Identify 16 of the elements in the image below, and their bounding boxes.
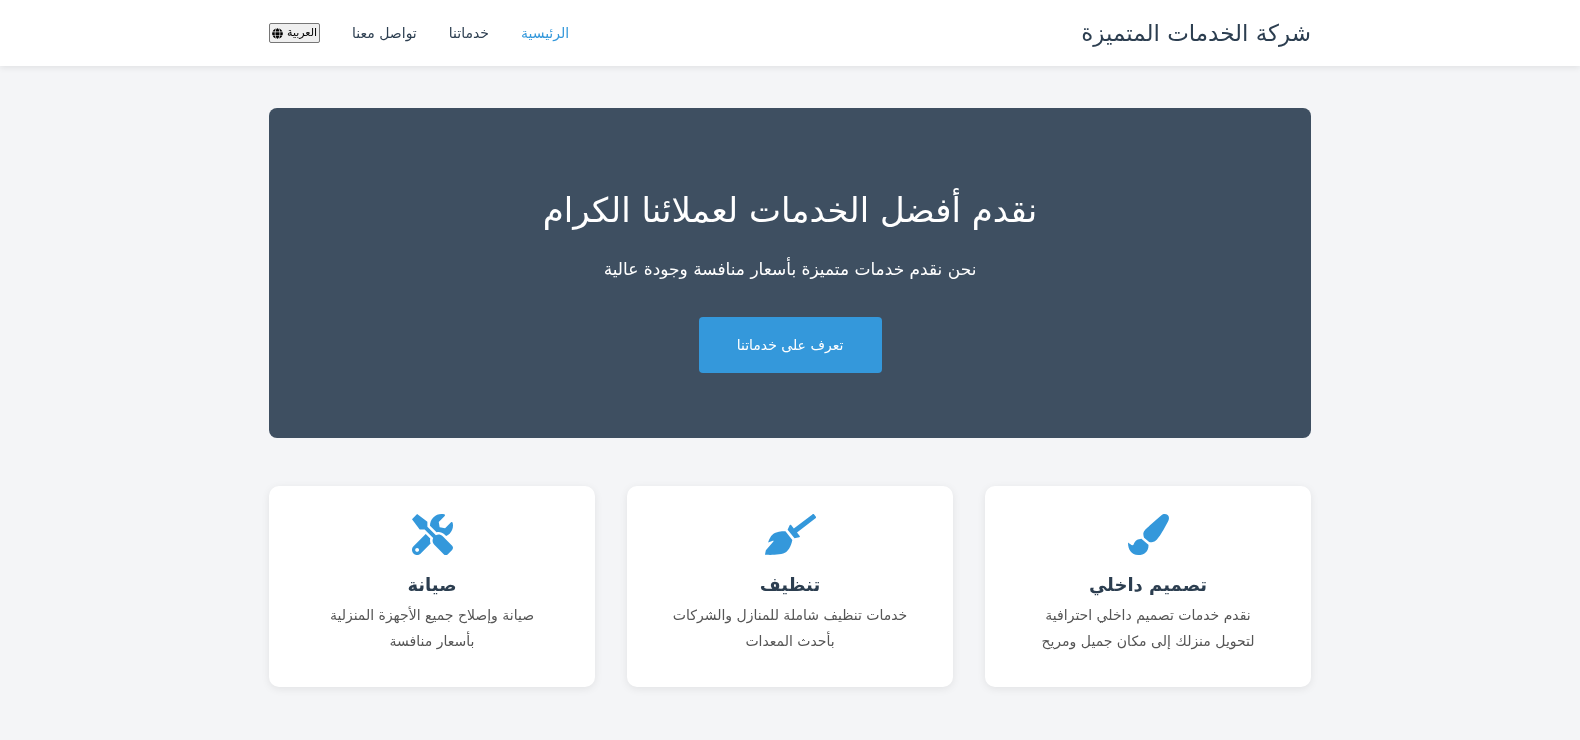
- service-title: تنظيف: [759, 573, 821, 597]
- service-description: خدمات تنظيف شاملة للمنازل والشركات بأحدث المعدات: [671, 606, 909, 651]
- nav-link[interactable]: تواصل معنا: [352, 22, 417, 44]
- service-title: تصميم داخلي: [1088, 573, 1208, 598]
- hero-subtitle: نحن نقدم خدمات متميزة بأسعار منافسة وجودة عالية: [603, 256, 977, 281]
- globe-icon: [272, 27, 283, 39]
- language-button[interactable]: العربية: [269, 23, 321, 43]
- wrench-screwdriver-icon: [411, 514, 453, 555]
- paintbrush-icon: [1127, 514, 1169, 555]
- service-description: صيانة وإصلاح جميع الأجهزة المنزلية بأسعار منافسة: [328, 605, 536, 652]
- hero-title: نقدم أفضل الخدمات لعملائنا الكرام: [542, 188, 1038, 232]
- company-name: شركة الخدمات المتميزة: [1081, 18, 1311, 49]
- service-title: صيانة: [407, 573, 457, 597]
- service-description: نقدم خدمات تصميم داخلي احترافية لتحويل منزلك إلى مكان جميل ومريح: [1040, 606, 1256, 652]
- nav-link[interactable]: خدماتنا: [448, 22, 489, 44]
- broom-icon: [764, 514, 816, 555]
